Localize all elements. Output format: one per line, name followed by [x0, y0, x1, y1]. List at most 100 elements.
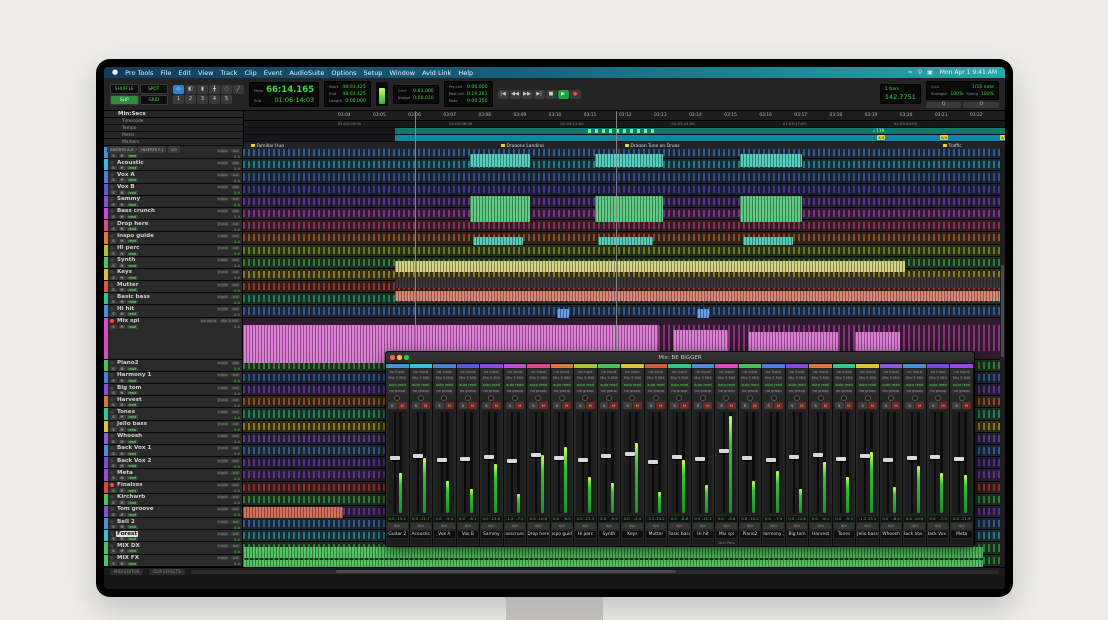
pan-knob[interactable] [700, 395, 706, 401]
strip-automation-mode[interactable]: auto read [458, 382, 479, 388]
strip-comment[interactable] [763, 539, 784, 545]
main-counter-display[interactable]: Main 66:14.165 Sub 01:06:14:03 [249, 82, 319, 107]
mix-window-titlebar[interactable]: Mix: BE BIGGER [386, 352, 974, 364]
pan-knob[interactable] [771, 395, 777, 401]
track-output-selector[interactable]: out [231, 161, 240, 165]
strip-automation-mode[interactable]: auto read [716, 382, 737, 388]
track-input-selector[interactable]: input [217, 520, 229, 524]
strip-mute-button[interactable]: M [515, 402, 524, 409]
strip-track-name[interactable]: Guitar 2 [387, 531, 408, 539]
solo-button[interactable]: S [110, 476, 117, 481]
strip-solo-button[interactable]: S [506, 402, 515, 409]
dyn-button[interactable]: dyn [716, 523, 737, 529]
strip-mute-button[interactable]: M [562, 402, 571, 409]
transport-button[interactable]: ● [570, 90, 581, 99]
apple-menu-icon[interactable]: ● [112, 69, 118, 76]
automation-mode-button[interactable]: read [127, 452, 138, 456]
strip-input-selector[interactable]: no input [693, 369, 714, 375]
strip-solo-button[interactable]: S [553, 402, 562, 409]
zoom-preset-button[interactable]: 2 [185, 95, 196, 104]
automation-mode-button[interactable]: read [127, 239, 138, 243]
solo-button[interactable]: S [110, 440, 117, 445]
strip-output-selector[interactable]: Mix 5 MIX [505, 376, 526, 382]
strip-mute-button[interactable]: M [798, 402, 807, 409]
dyn-button[interactable]: dyn [857, 523, 878, 529]
strip-mute-button[interactable]: M [586, 402, 595, 409]
strip-track-name[interactable]: Piano2 [740, 531, 761, 539]
automation-mode-button[interactable]: read [127, 464, 138, 468]
solo-button[interactable]: S [110, 391, 117, 396]
strip-input-selector[interactable]: no input [951, 369, 972, 375]
quantize-button[interactable]: Q [926, 102, 962, 108]
record-arm-button[interactable] [110, 307, 114, 311]
strip-comment[interactable] [599, 539, 620, 545]
tempo-display[interactable]: 1 bars 142.7751 [880, 84, 921, 104]
strip-output-selector[interactable]: Mix 5 MIX [599, 376, 620, 382]
strip-input-selector[interactable]: no input [646, 369, 667, 375]
vertical-scrollbar[interactable] [1000, 147, 1005, 567]
dyn-button[interactable]: dyn [411, 523, 432, 529]
track-input-selector[interactable]: input [217, 544, 229, 548]
pan-knob[interactable] [676, 395, 682, 401]
track-input-selector[interactable]: input [217, 532, 229, 536]
strip-mute-button[interactable]: M [892, 402, 901, 409]
automation-mode-button[interactable]: read [127, 227, 138, 231]
strip-comment[interactable] [528, 539, 549, 545]
transport-button[interactable]: ▶▶ [522, 90, 533, 99]
strip-solo-button[interactable]: S [905, 402, 914, 409]
volume-fader[interactable] [554, 456, 564, 460]
solo-button[interactable]: S [110, 227, 117, 232]
strip-mute-button[interactable]: M [774, 402, 783, 409]
pan-knob[interactable] [818, 395, 824, 401]
solo-button[interactable]: S [110, 215, 117, 220]
strip-automation-mode[interactable]: auto read [622, 382, 643, 388]
volume-fader[interactable] [695, 457, 705, 461]
dyn-button[interactable]: dyn [669, 523, 690, 529]
track-output-selector[interactable]: out [231, 185, 240, 189]
strip-solo-button[interactable]: S [764, 402, 773, 409]
track-output-selector[interactable]: out [231, 544, 240, 548]
strip-solo-button[interactable]: S [717, 402, 726, 409]
strength-value[interactable]: 100% [950, 92, 963, 97]
strip-automation-mode[interactable]: auto read [599, 382, 620, 388]
strip-track-name[interactable]: Back Vox 2 [928, 531, 949, 539]
track-input-selector[interactable]: input [217, 556, 229, 560]
automation-mode-button[interactable]: read [127, 276, 138, 280]
track-output-selector[interactable]: out [231, 173, 240, 177]
dyn-button[interactable]: dyn [575, 523, 596, 529]
strip-mute-button[interactable]: M [421, 402, 430, 409]
automation-mode-button[interactable]: read [127, 367, 138, 371]
automation-mode-button[interactable]: read [127, 513, 138, 517]
midi-editor-button[interactable]: MIDI EDITOR [110, 569, 143, 575]
automation-mode-button[interactable]: read [127, 300, 138, 304]
strip-automation-mode[interactable]: auto read [669, 382, 690, 388]
record-arm-button[interactable] [110, 544, 114, 548]
track-lane[interactable] [243, 257, 1005, 269]
preroll-value[interactable]: 0:00.000 [467, 85, 488, 90]
mute-button[interactable]: M [119, 464, 126, 469]
strip-comment[interactable] [928, 539, 949, 545]
strip-mute-button[interactable]: M [468, 402, 477, 409]
strip-automation-mode[interactable]: auto read [481, 382, 502, 388]
dyn-button[interactable]: dyn [646, 523, 667, 529]
record-arm-button[interactable] [110, 410, 114, 414]
strip-automation-mode[interactable]: auto read [951, 382, 972, 388]
strip-input-selector[interactable]: no input [575, 369, 596, 375]
strip-mute-button[interactable]: M [751, 402, 760, 409]
strip-comment[interactable] [669, 539, 690, 545]
mute-button[interactable]: M [119, 525, 126, 530]
strip-output-selector[interactable]: Mix 5 MIX [458, 376, 479, 382]
strip-mute-button[interactable]: M [962, 402, 971, 409]
strip-solo-button[interactable]: S [670, 402, 679, 409]
strip-solo-button[interactable]: S [482, 402, 491, 409]
record-arm-button[interactable] [110, 373, 114, 377]
mute-button[interactable]: M [119, 537, 126, 542]
status-icon[interactable]: ⚲ [918, 69, 922, 76]
solo-button[interactable]: S [110, 166, 117, 171]
strip-automation-mode[interactable]: auto read [810, 382, 831, 388]
track-lane[interactable] [243, 293, 1005, 305]
nudge-value[interactable]: 0:00.010 [413, 96, 434, 101]
dyn-button[interactable]: dyn [434, 523, 455, 529]
dyn-button[interactable]: dyn [763, 523, 784, 529]
automation-mode-button[interactable]: read [127, 525, 138, 529]
